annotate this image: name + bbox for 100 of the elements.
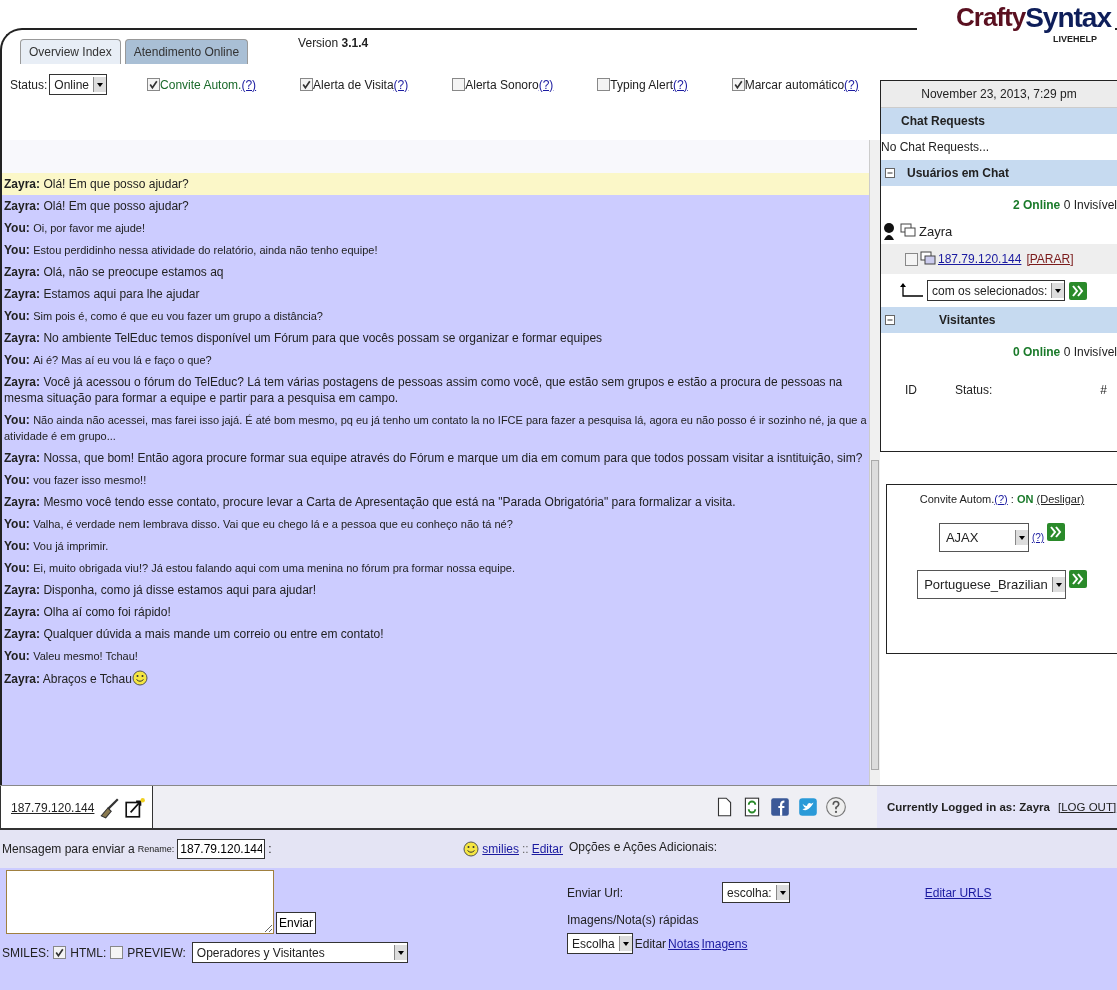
chat-bubble-icon: [900, 222, 916, 240]
section-title: Chat Requests: [901, 114, 986, 128]
broom-icon[interactable]: [98, 796, 121, 819]
quick-select[interactable]: Escolha: [567, 933, 633, 954]
smiley-icon: [463, 841, 480, 857]
help-link[interactable]: (?): [673, 77, 688, 92]
facebook-icon[interactable]: [769, 796, 791, 818]
session-link[interactable]: 187.79.120.144: [11, 800, 95, 815]
logout-link[interactable]: [LOG OUT]: [1057, 801, 1117, 813]
send-button[interactable]: Enviar: [276, 912, 316, 934]
separator-label: :: [1010, 493, 1014, 505]
chat-message: Zayra: Qualquer dúvida a mais mande um correio ou entre em contato!: [3, 626, 385, 643]
online-count: 2 Online 0 Invisível: [1011, 197, 1117, 214]
help-link[interactable]: (?): [844, 77, 859, 92]
checkbox[interactable]: [452, 78, 466, 91]
option-label: Convite Autom.: [160, 77, 242, 92]
version-label: Version 3.1.4: [298, 36, 369, 50]
flag-label: SMILES:: [2, 945, 50, 960]
chat-message: Zayra: Disponha, como já disse estamos aqui para ajudar!: [3, 582, 318, 599]
column-header: ID: [905, 383, 917, 397]
checkbox[interactable]: [53, 946, 67, 959]
auto-invite-label: Convite Autom.: [919, 493, 995, 505]
help-link[interactable]: (?): [241, 77, 257, 92]
go-button[interactable]: [1069, 281, 1088, 300]
chat-message: Zayra: Olá, não se preocupe estamos aq: [3, 264, 225, 281]
help-link[interactable]: (?): [994, 493, 1008, 505]
scrollbar[interactable]: [869, 140, 880, 785]
chat-message: You: vou fazer isso mesmo!!: [3, 472, 148, 489]
message-input[interactable]: [6, 870, 274, 934]
checkbox[interactable]: [905, 252, 918, 266]
chat-message: You: Valeu mesmo! Tchau!: [3, 648, 139, 665]
option-label: Marcar automático: [744, 77, 845, 92]
stop-link[interactable]: [PARAR]: [1026, 252, 1074, 266]
notes-link[interactable]: Notas: [668, 936, 700, 951]
chat-message: Zayra: Abraços e Tchau: [2, 667, 869, 690]
go-button[interactable]: [1068, 570, 1087, 588]
column-header: Status:: [954, 383, 993, 397]
visitor-link[interactable]: 187.79.120.144: [938, 252, 1022, 266]
preview-select[interactable]: Operadores y Visitantes: [191, 942, 408, 963]
go-button[interactable]: [1047, 523, 1066, 541]
url-label: Enviar Url:: [567, 885, 624, 900]
checkbox[interactable]: [110, 946, 124, 959]
chat-message: You: Oi, por favor me ajude!: [3, 220, 146, 237]
toggle-link[interactable]: (Desligar): [1036, 493, 1085, 505]
option-label: Alerta de Visita: [313, 77, 394, 92]
option-label: Typing Alert: [610, 77, 674, 92]
images-link[interactable]: Imagens: [701, 936, 748, 951]
bird-icon[interactable]: [797, 796, 819, 818]
chat-message: Zayra: Estamos aqui para lhe ajudar: [3, 286, 201, 303]
edit-label: Editar: [634, 936, 667, 951]
date-label: November 23, 2013, 7:29 pm: [881, 81, 1117, 108]
chat-message: You: Sim pois é, como é que eu vou fazer um grupo a distância?: [3, 308, 324, 325]
column-header: #: [1100, 383, 1107, 397]
chat-bubble-icon: [920, 250, 936, 268]
person-icon: [881, 222, 897, 240]
option-label: Alerta Sonoro: [465, 77, 539, 92]
separator-label: ::: [521, 842, 529, 856]
section-title: Usuários em Chat: [907, 166, 1010, 180]
chat-message: Zayra: Olá! Em que posso ajudar?: [2, 173, 869, 195]
chat-message: You: Vou já imprimir.: [3, 538, 110, 555]
help-link[interactable]: (?): [393, 77, 409, 92]
checkbox[interactable]: [300, 78, 314, 91]
empty-message: No Chat Requests...: [881, 139, 991, 156]
edit-link[interactable]: Editar: [531, 842, 563, 856]
tab[interactable]: Atendimento Online: [124, 39, 249, 64]
popout-icon[interactable]: [124, 796, 147, 819]
chat-message: Zayra: Nossa, que bom! Então agora procure formar sua equipe através do Fórum e marque um dia em comum para que todos possam visitar a isntituição, sim?: [3, 450, 864, 467]
status-label: Status:: [10, 77, 48, 92]
chat-message: Zayra: Mesmo você tendo esse contato, procure levar a Carta de Apresentação que está na "Parada Obrigatória" para formalizar a visita.: [3, 494, 737, 511]
chat-message: Zayra: Você já acessou o fórum do TelEduc? Lá tem várias postagens de pessoas assim como você, que estão sem grupos e estão a procura de pessoas na mesma situação para formar a equipe e partir para a pesquisa em campo.: [3, 374, 844, 407]
tab[interactable]: Overview Index: [20, 39, 121, 64]
operator-name: Zayra: [919, 223, 953, 239]
action-select[interactable]: com os selecionados:: [927, 280, 1066, 301]
login-label: Currently Logged in as: Zayra: [887, 801, 1050, 813]
chat-message: Zayra: Olá! Em que posso ajudar?: [3, 198, 190, 215]
help-link[interactable]: (?): [538, 77, 554, 92]
options-title: Opções e Ações Adicionais:: [565, 830, 1117, 868]
collapse-icon[interactable]: [885, 315, 895, 325]
checkbox[interactable]: [597, 78, 611, 91]
colon-label: :: [268, 842, 272, 856]
section-title: Visitantes: [939, 313, 996, 327]
help-icon[interactable]: [825, 796, 847, 818]
quick-label: Imagens/Nota(s) rápidas: [566, 912, 700, 929]
checkbox[interactable]: [731, 78, 745, 91]
language-select[interactable]: Portuguese_Brazilian: [917, 570, 1066, 599]
collapse-icon[interactable]: [885, 168, 895, 178]
help-link[interactable]: (?): [1031, 532, 1045, 543]
smilies-link[interactable]: smilies: [482, 842, 519, 856]
flag-label: HTML:: [70, 945, 107, 960]
online-count: 0 Online 0 Invisível: [1011, 344, 1117, 361]
edit-urls-link[interactable]: Editar URLS: [924, 885, 992, 900]
transport-select[interactable]: AJAX: [938, 523, 1029, 552]
rename-label: Rename:: [137, 844, 175, 854]
smiley-icon: [131, 670, 148, 686]
status-select[interactable]: Online: [49, 74, 108, 95]
chat-message: You: Não ainda não acessei, mas farei isso jajá. É até bom mesmo, pq eu já tenho um contato la no IFCE para fazer a pesquisa lá, agora eu não posso é ir sozinho né, ja que a atividade é em grupo...: [3, 412, 868, 444]
elbow-arrow-icon: [899, 281, 923, 300]
checkbox[interactable]: [147, 78, 161, 91]
chat-message: You: Valha, é verdade nem lembrava disso. Vai que eu chego lá e a pessoa que eu conheço não tá né?: [3, 516, 514, 533]
url-select[interactable]: escolha:: [722, 882, 790, 903]
